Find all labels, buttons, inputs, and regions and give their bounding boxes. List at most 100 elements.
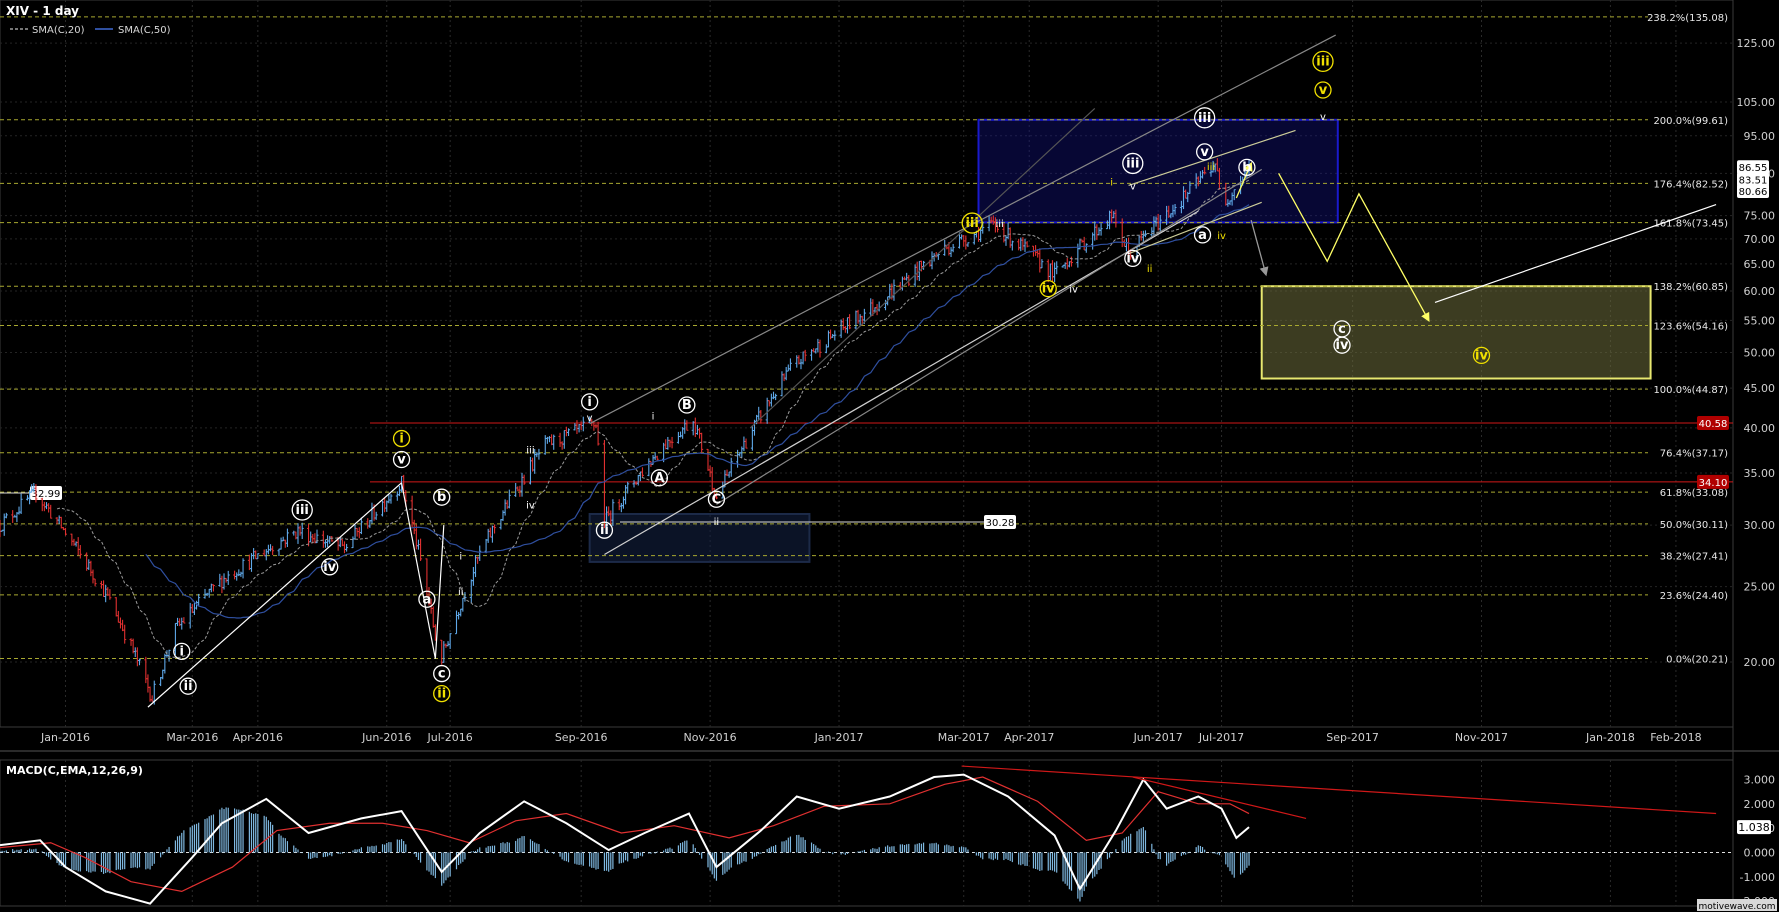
fib-level-label: 138.2%(60.85) xyxy=(1653,282,1728,293)
wave-label-text: i xyxy=(1110,177,1113,188)
chart-window: Jan-2016 Mar-2016 Apr-2016 Jun-2016 Jul-2016… xyxy=(0,0,1779,912)
wave-label-text: iv xyxy=(323,560,336,575)
wave-label-text: i xyxy=(587,395,591,410)
fib-level-label: 238.2%(135.08) xyxy=(1647,13,1728,24)
macd-y-tick-label: -1.000 xyxy=(1740,871,1775,884)
wave-label-text: iii xyxy=(296,503,309,518)
wave-label-text: v xyxy=(1320,112,1326,123)
y-tick-label: 50.00 xyxy=(1744,347,1776,360)
x-tick-label: Nov-2016 xyxy=(684,731,737,744)
wave-label-text: c xyxy=(1338,322,1346,337)
x-tick-label: Jun-2016 xyxy=(361,731,411,744)
wave-label-text: i xyxy=(399,432,403,447)
wave-label-text: iv xyxy=(1336,338,1349,353)
legend-sma50-label: SMA(C,50) xyxy=(118,25,171,36)
fib-level-label: 50.0%(30.11) xyxy=(1660,520,1728,531)
x-tick-label: Jul-2016 xyxy=(427,731,473,744)
fib-level-label: 76.4%(37.17) xyxy=(1660,449,1728,460)
blue-target-box xyxy=(977,118,1339,224)
y-tick-label: 75.00 xyxy=(1744,210,1776,223)
wave-label-text: i xyxy=(652,412,655,423)
x-tick-label: Jan-2016 xyxy=(40,731,90,744)
x-tick-label: Apr-2016 xyxy=(233,731,283,744)
x-tick-label: Nov-2017 xyxy=(1455,731,1508,744)
wave-label: iv xyxy=(1472,346,1491,365)
wave-label-text: iii xyxy=(995,219,1003,230)
x-tick-label: Mar-2016 xyxy=(166,731,218,744)
wave-label-text: iv xyxy=(1217,231,1226,242)
wave-label: v xyxy=(587,413,593,424)
wave-label-text: iv xyxy=(1069,285,1078,296)
macd-plot-area xyxy=(0,759,1734,907)
wave-label-text: C xyxy=(712,492,722,507)
macd-y-tick-label: 0.000 xyxy=(1744,846,1776,859)
fib-level-label: 200.0%(99.61) xyxy=(1653,116,1728,127)
x-tick-label: Mar-2017 xyxy=(938,731,990,744)
y-tick-label: 40.00 xyxy=(1744,422,1776,435)
macd-y-tick-label: 3.000 xyxy=(1744,773,1776,786)
y-tick-label: 95.00 xyxy=(1744,130,1776,143)
price-marker-label: 40.58 xyxy=(1699,419,1728,430)
x-tick-label: Jan-2018 xyxy=(1585,731,1635,744)
chart-title: XIV - 1 day xyxy=(6,4,79,18)
x-tick-label: Jan-2017 xyxy=(814,731,864,744)
x-tick-label: Jun-2017 xyxy=(1133,731,1183,744)
wave-label-text: v xyxy=(1130,182,1136,193)
wave-label-text: c xyxy=(438,667,446,682)
y-tick-label: 105.00 xyxy=(1737,96,1776,109)
wave-label: i xyxy=(1110,177,1113,188)
wave-label-text: iii xyxy=(1207,162,1215,173)
wave-label-text: iii xyxy=(1316,54,1329,69)
wave-label: iii xyxy=(1207,162,1215,173)
wave-label: ii xyxy=(714,517,720,528)
price-chart[interactable]: Jan-2016 Mar-2016 Apr-2016 Jun-2016 Jul-2016… xyxy=(0,0,1779,912)
wave-label: v xyxy=(1320,112,1326,123)
wave-label-text: v xyxy=(397,452,406,467)
x-tick-label: Apr-2017 xyxy=(1004,731,1054,744)
y-tick-label: 45.00 xyxy=(1744,382,1776,395)
wave-label-text: v xyxy=(587,413,593,424)
y-tick-label: 20.00 xyxy=(1744,656,1776,669)
wave-label: iv xyxy=(1124,249,1142,268)
price-marker-label: 34.10 xyxy=(1699,478,1728,489)
wave-label: iv xyxy=(1333,336,1351,354)
legend-sma20-label: SMA(C,20) xyxy=(32,25,85,36)
wave-label-text: iii xyxy=(1126,156,1139,171)
fib-level-label: 61.8%(33.08) xyxy=(1660,488,1728,499)
wave-label: iv xyxy=(1069,285,1078,296)
x-tick-label: Jul-2017 xyxy=(1198,731,1244,744)
watermark: motivewave.com xyxy=(1699,902,1776,912)
y-tick-label: 30.00 xyxy=(1744,519,1776,532)
wave-label: iii xyxy=(995,219,1003,230)
wave-label-text: ii xyxy=(1147,264,1153,275)
wave-label-text: iv xyxy=(526,501,535,512)
wave-label: iii xyxy=(526,445,534,456)
wave-label: v xyxy=(1130,182,1136,193)
fib-level-label: 176.4%(82.52) xyxy=(1653,179,1728,190)
wave-label-text: iii xyxy=(526,445,534,456)
wave-label-text: b xyxy=(437,490,446,505)
macd-title: MACD(C,EMA,12,26,9) xyxy=(6,764,143,777)
x-tick-label: Feb-2018 xyxy=(1650,731,1701,744)
macd-last-value: 1.038 xyxy=(1738,821,1770,834)
wave-label-text: ii xyxy=(184,679,193,694)
fib-level-label: 100.0%(44.87) xyxy=(1653,385,1728,396)
wave-label-text: a xyxy=(423,592,432,607)
wave-label: ii xyxy=(458,587,464,598)
y-tick-label: 35.00 xyxy=(1744,467,1776,480)
wave-label: iv xyxy=(1039,280,1057,298)
wave-label-text: v xyxy=(1319,83,1328,98)
wave-label: iv xyxy=(526,501,535,512)
x-tick-label: Sep-2017 xyxy=(1326,731,1379,744)
y-tick-label: 60.00 xyxy=(1744,285,1776,298)
wave-label: ii xyxy=(1147,264,1153,275)
wave-label-text: iv xyxy=(1126,251,1139,266)
wave-label-text: ii xyxy=(437,687,446,702)
wave-label-text: i xyxy=(180,644,184,659)
wave-label: i xyxy=(459,551,462,562)
price-marker-label: 30.28 xyxy=(986,518,1015,529)
y-tick-label: 125.00 xyxy=(1737,37,1776,50)
wave-label-text: b xyxy=(1242,160,1251,175)
wave-label: iv xyxy=(321,558,339,576)
wave-label-text: iii xyxy=(965,216,978,231)
